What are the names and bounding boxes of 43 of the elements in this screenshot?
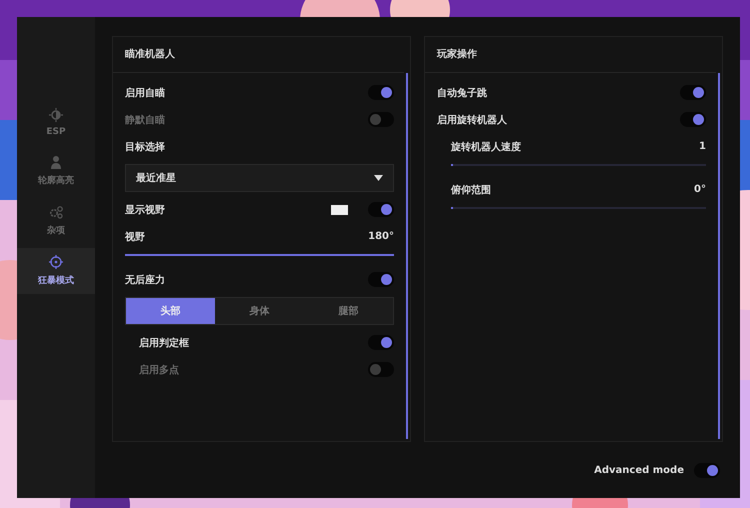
toggle-switch[interactable] bbox=[680, 112, 706, 127]
setting-label: 俯仰范围 bbox=[451, 184, 492, 196]
toggle-switch[interactable] bbox=[680, 85, 706, 100]
toggle-switch[interactable] bbox=[694, 462, 720, 478]
caret-icon bbox=[374, 175, 383, 181]
toggle-switch[interactable] bbox=[368, 85, 394, 100]
slider-value: 1 bbox=[699, 141, 706, 152]
setting-label: 旋转机器人速度 bbox=[451, 140, 522, 154]
sidebar-item[interactable]: 杂项 bbox=[17, 198, 95, 244]
gears-icon bbox=[49, 205, 63, 219]
crosshair-icon bbox=[49, 255, 63, 269]
segment-tab[interactable]: 身体 bbox=[215, 298, 304, 324]
setting-label: 静默自瞄 bbox=[125, 114, 166, 126]
sun-icon bbox=[49, 108, 63, 122]
setting-label: 启用自瞄 bbox=[125, 86, 166, 100]
setting-label: Advanced mode bbox=[594, 464, 684, 476]
person-icon bbox=[49, 155, 63, 169]
dropdown[interactable]: 最近准星 bbox=[125, 164, 394, 192]
sidebar-item[interactable]: ESP bbox=[17, 101, 95, 144]
panel-title: 瞄准机器人 bbox=[113, 37, 404, 73]
toggle-switch[interactable] bbox=[368, 362, 394, 377]
panel-title: 玩家操作 bbox=[425, 37, 716, 73]
setting-label: 自动兔子跳 bbox=[437, 86, 488, 100]
toggle-switch[interactable] bbox=[368, 335, 394, 350]
setting-label: 启用旋转机器人 bbox=[437, 113, 508, 126]
slider-value: 180° bbox=[368, 231, 394, 242]
segment-tab[interactable]: 腿部 bbox=[304, 298, 393, 324]
setting-label: 视野 bbox=[125, 230, 146, 244]
sidebar-item[interactable]: 轮廓高亮 bbox=[17, 148, 95, 194]
slider-value: 0° bbox=[694, 184, 706, 195]
setting-label: 无后座力 bbox=[125, 273, 166, 286]
segment-tab[interactable]: 头部 bbox=[126, 298, 215, 324]
scrollbar[interactable] bbox=[406, 73, 408, 440]
color-swatch[interactable] bbox=[331, 204, 348, 214]
toggle-switch[interactable] bbox=[368, 202, 394, 217]
setting-label: 显示视野 bbox=[125, 204, 166, 216]
setting-label: 启用多点 bbox=[139, 363, 180, 376]
toggle-switch[interactable] bbox=[368, 272, 394, 287]
setting-label: 启用判定框 bbox=[139, 336, 190, 350]
scrollbar[interactable] bbox=[718, 73, 720, 440]
setting-label: 目标选择 bbox=[125, 140, 166, 154]
toggle-switch[interactable] bbox=[368, 112, 394, 127]
sidebar-item[interactable]: 狂暴模式 bbox=[17, 248, 95, 294]
